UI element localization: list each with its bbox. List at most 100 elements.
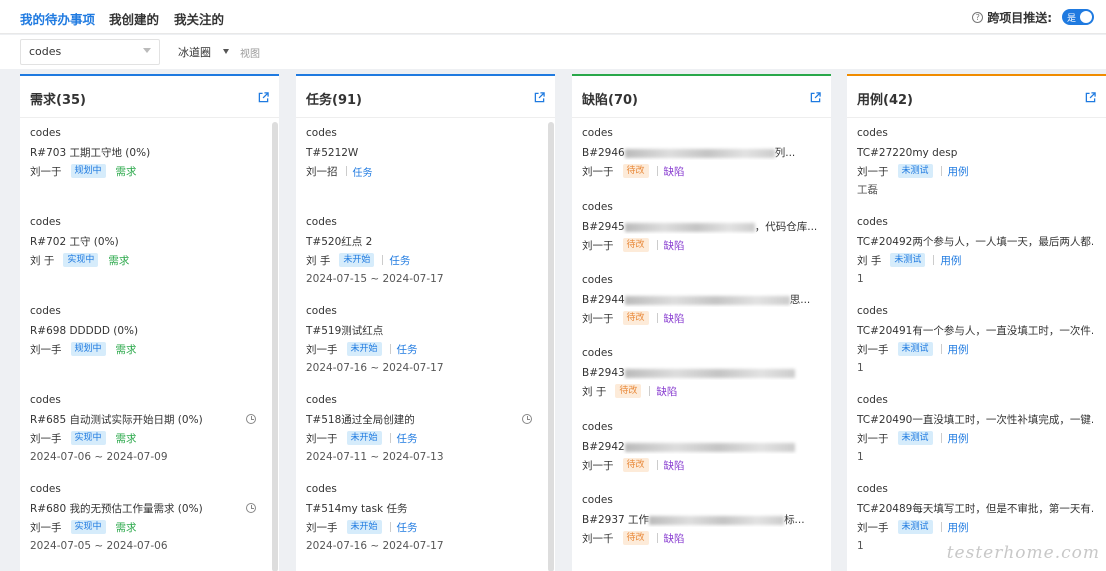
cross-push-label: 跨项目推送: (987, 10, 1052, 25)
help-icon[interactable]: ? (972, 11, 984, 23)
view-label[interactable]: 视图 (240, 45, 260, 60)
card-title[interactable]: R#698 DDDDD (0%) (30, 324, 256, 338)
card-meta: 刘一于 待改 缺陷 (582, 237, 818, 253)
divider (389, 433, 391, 443)
clock-icon (522, 414, 532, 424)
card-meta: 刘 于 实现中 需求 (30, 252, 256, 268)
toggle-knob (1080, 11, 1092, 23)
divider (940, 522, 942, 532)
status-badge: 待改 (622, 238, 649, 252)
card-title[interactable]: T#519测试红点 (306, 324, 532, 338)
card-title[interactable]: T#520红点 2 (306, 235, 532, 249)
tab-created-by-me[interactable]: 我创建的 (109, 9, 159, 28)
card-title[interactable]: B#2946 列... (582, 146, 818, 160)
card[interactable]: codes TC#20492两个参与人，一人填一天，最后两人都... 刘 手 未… (857, 215, 1093, 286)
card[interactable]: codes R#702 工守 (0%) 刘 于 实现中 需求 (30, 215, 256, 268)
card-project: codes (30, 305, 61, 317)
scrollbar[interactable] (272, 122, 278, 571)
card-title[interactable]: TC#27220my desp (857, 146, 1093, 160)
card[interactable]: codes B#2946 列... 刘一于 待改 缺陷 (582, 126, 818, 179)
card-project: codes (582, 274, 613, 286)
scrollbar[interactable] (548, 122, 554, 571)
external-link-icon[interactable] (810, 92, 821, 103)
card[interactable]: codes R#680 我的无预估工作量需求 (0%) 刘一手 实现中 需求 2… (30, 482, 256, 553)
status-badge: 实现中 (70, 520, 106, 534)
card-project: codes (30, 394, 61, 406)
card-date-range: 2024-07-11 ~ 2024-07-13 (306, 451, 444, 463)
card[interactable]: codes T#514my task 任务 刘一手 未开始 任务 2024-07… (306, 482, 532, 553)
card-extra: 1 (857, 273, 864, 285)
card-title[interactable]: B#2937 工作 标... (582, 513, 818, 527)
status-badge: 待改 (622, 458, 649, 472)
card[interactable]: codes B#2945 ，代码仓库... 刘一于 待改 缺陷 (582, 200, 818, 253)
caret-down-icon[interactable] (223, 49, 229, 54)
status-badge: 待改 (622, 311, 649, 325)
card-title[interactable]: T#518通过全局创建的 (306, 413, 532, 427)
card-assignee: 刘 于 (30, 254, 55, 267)
card-title[interactable]: B#2942 (582, 440, 818, 454)
card-title[interactable]: R#680 我的无预估工作量需求 (0%) (30, 502, 256, 516)
card[interactable]: codes R#698 DDDDD (0%) 刘一手 规划中 需求 (30, 304, 256, 357)
card[interactable]: codes TC#20490一直没填工时，一次性补填完成，一键... 刘一于 未… (857, 393, 1093, 464)
project-select[interactable]: codes (20, 39, 160, 65)
card[interactable]: codes T#518通过全局创建的 刘一于 未开始 任务 2024-07-11… (306, 393, 532, 464)
clock-icon (246, 414, 256, 424)
type-label: 需求 (115, 432, 137, 445)
status-badge: 未测试 (897, 431, 933, 445)
divider (656, 533, 658, 543)
card-project: codes (857, 394, 888, 406)
card-date-range: 2024-07-15 ~ 2024-07-17 (306, 273, 444, 285)
tab-followed[interactable]: 我关注的 (174, 9, 224, 28)
redacted-text (624, 295, 790, 305)
card-assignee: 刘一于 (857, 165, 889, 178)
divider (382, 255, 384, 265)
tab-my-todo[interactable]: 我的待办事项 (20, 9, 96, 37)
card[interactable]: codes T#520红点 2 刘 手 未开始 任务 2024-07-15 ~ … (306, 215, 532, 286)
card[interactable]: codes B#2942 刘一于 待改 缺陷 (582, 420, 818, 473)
chevron-down-icon (143, 48, 151, 53)
card-title[interactable]: B#2945 ，代码仓库... (582, 220, 818, 234)
card[interactable]: codes B#2944 思... 刘一于 待改 缺陷 (582, 273, 818, 326)
card[interactable]: codes B#2937 工作 标... 刘一千 待改 缺陷 (582, 493, 818, 546)
card[interactable]: codes B#2943 刘 于 待改 缺陷 (582, 346, 818, 399)
card-title[interactable]: TC#20489每天填写工时，但是不审批，第一天有... (857, 502, 1093, 516)
card[interactable]: codes TC#27220my desp 刘一于 未测试 用例 工磊 (857, 126, 1093, 197)
user-filter[interactable]: 冰道圈 (178, 44, 211, 60)
card[interactable]: codes T#519测试红点 刘一手 未开始 任务 2024-07-16 ~ … (306, 304, 532, 375)
card-assignee: 刘一于 (582, 459, 614, 472)
card-title[interactable]: T#5212W (306, 146, 532, 160)
card-assignee: 刘一手 (30, 521, 62, 534)
external-link-icon[interactable] (1085, 92, 1096, 103)
card-title[interactable]: T#514my task 任务 (306, 502, 532, 516)
card-meta: 刘一于 待改 缺陷 (582, 457, 818, 473)
card-title-tail: 列... (774, 147, 796, 159)
card-title[interactable]: R#685 自动测试实际开始日期 (0%) (30, 413, 256, 427)
status-badge: 待改 (622, 531, 649, 545)
card-project: codes (582, 421, 613, 433)
card[interactable]: codes R#685 自动测试实际开始日期 (0%) 刘一手 实现中 需求 2… (30, 393, 256, 464)
type-label: 缺陷 (663, 459, 685, 472)
card-title[interactable]: TC#20491有一个参与人，一直没填工时，一次件... (857, 324, 1093, 338)
divider (940, 166, 942, 176)
card-title[interactable]: R#703 工期工守地 (0%) (30, 146, 256, 160)
card[interactable]: codes TC#20491有一个参与人，一直没填工时，一次件... 刘一手 未… (857, 304, 1093, 375)
card-extra: 1 (857, 362, 864, 374)
card-assignee: 刘 于 (582, 385, 607, 398)
card-title-id: B#2945 (582, 221, 625, 233)
card-title[interactable]: R#702 工守 (0%) (30, 235, 256, 249)
card-title[interactable]: B#2944 思... (582, 293, 818, 307)
cross-push-toggle[interactable]: 是 (1062, 9, 1094, 25)
external-link-icon[interactable] (534, 92, 545, 103)
card[interactable]: codes R#703 工期工守地 (0%) 刘一于 规划中 需求 (30, 126, 256, 179)
type-label: 缺陷 (663, 239, 685, 252)
external-link-icon[interactable] (258, 92, 269, 103)
status-badge: 规划中 (70, 164, 106, 178)
card-project: codes (30, 483, 61, 495)
card-title[interactable]: TC#20490一直没填工时，一次性补填完成，一键... (857, 413, 1093, 427)
card-title[interactable]: TC#20492两个参与人，一人填一天，最后两人都... (857, 235, 1093, 249)
card-title-tail: 标... (784, 514, 805, 526)
card-assignee: 刘一手 (857, 343, 889, 356)
card-title[interactable]: B#2943 (582, 366, 818, 380)
status-badge: 待改 (622, 164, 649, 178)
card[interactable]: codes T#5212W 刘一招 任务 (306, 126, 532, 179)
